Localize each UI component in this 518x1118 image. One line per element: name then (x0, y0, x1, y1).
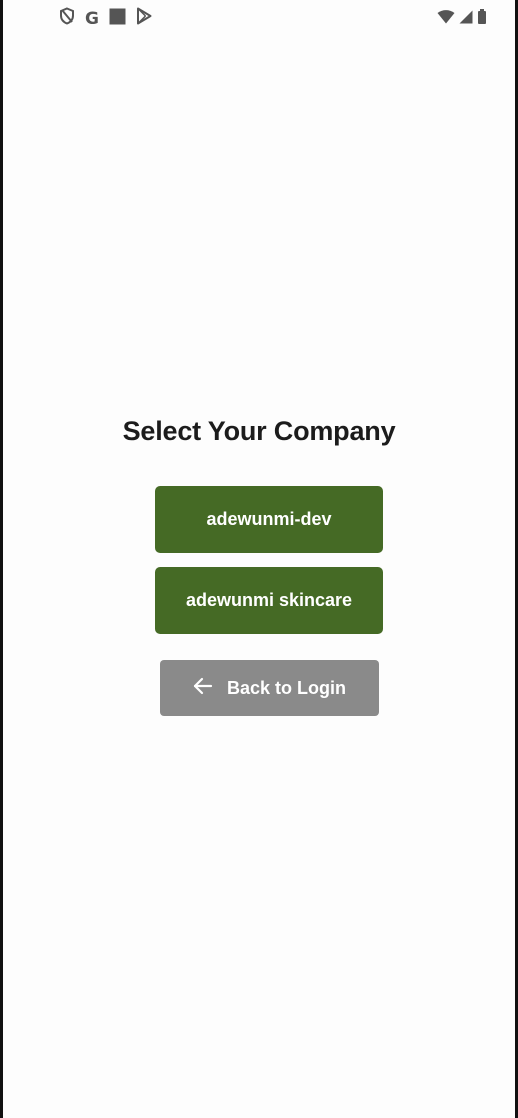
company-button-adewunmi-skincare[interactable]: adewunmi skincare (155, 567, 383, 634)
cellular-signal-icon (459, 10, 473, 29)
google-icon: G (85, 8, 99, 29)
vpn-shield-icon (59, 7, 75, 30)
company-button-adewunmi-dev[interactable]: adewunmi-dev (155, 486, 383, 553)
page-title: Select Your Company (122, 416, 396, 446)
battery-icon (477, 9, 487, 29)
back-to-login-button[interactable]: Back to Login (160, 660, 379, 716)
arrow-left-icon (193, 677, 213, 700)
back-to-login-label: Back to Login (226, 677, 346, 698)
phone-screen: G Select Your Company adewunmi-dev adewu… (0, 0, 518, 1118)
status-bar: G (3, 0, 515, 34)
play-store-icon (136, 7, 152, 30)
square-icon (109, 8, 126, 30)
status-bar-left: G (59, 7, 152, 30)
wifi-icon (437, 9, 455, 29)
status-bar-right (437, 9, 487, 29)
